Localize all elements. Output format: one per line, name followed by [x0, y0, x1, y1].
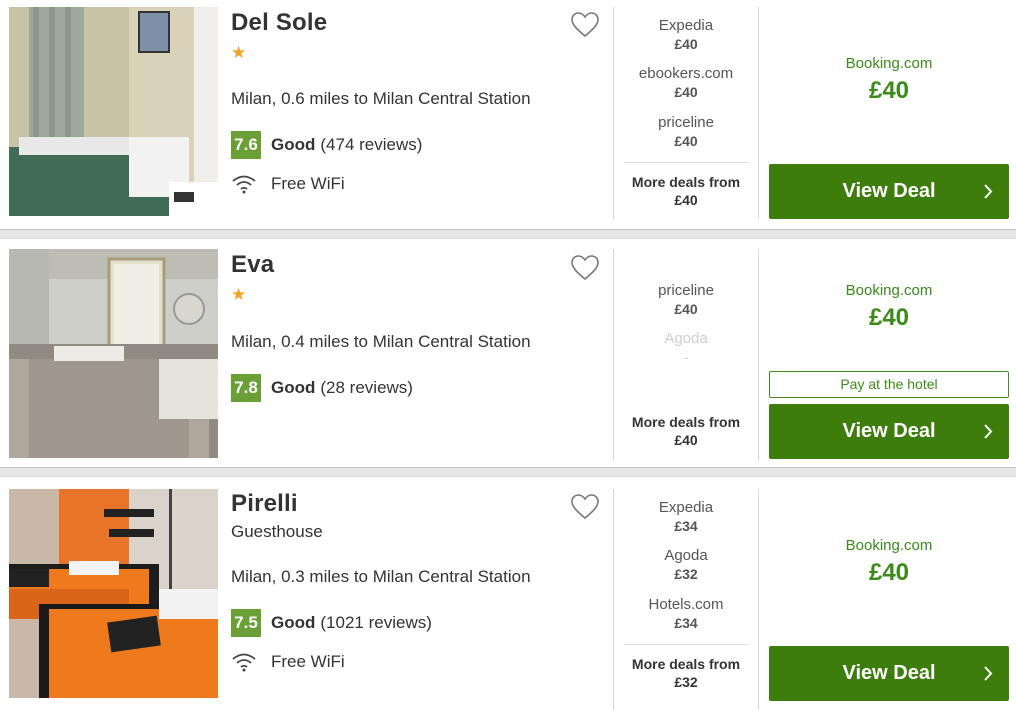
deal-price: £34 [674, 615, 698, 631]
star-icon: ★ [231, 43, 247, 62]
deal-item[interactable]: priceline £40 [624, 114, 748, 150]
deal-provider: priceline [658, 282, 714, 299]
deal-price: £40 [674, 301, 698, 317]
chevron-right-icon [981, 646, 995, 701]
deal-item[interactable]: Hotels.com £34 [624, 596, 748, 632]
view-deal-button[interactable]: View Deal [769, 646, 1009, 701]
column-divider [758, 7, 759, 219]
deal-item[interactable]: Expedia £40 [624, 17, 748, 53]
rating-score-badge: 7.5 [231, 609, 261, 637]
rating-word: Good [271, 378, 316, 397]
rating[interactable]: 7.5 Good (1021 reviews) [231, 609, 432, 637]
more-deals-label: More deals from [631, 414, 741, 430]
review-count: (28 reviews) [320, 378, 413, 397]
divider [624, 644, 748, 645]
deal-item: Agoda - [624, 330, 748, 366]
rating-score-badge: 7.6 [231, 131, 261, 159]
hotel-location: Milan, 0.3 miles to Milan Central Statio… [231, 567, 531, 586]
deal-price: - [683, 349, 689, 365]
hotel-name[interactable]: Eva [231, 251, 274, 279]
more-deals-price: £40 [674, 192, 698, 208]
deal-provider: Hotels.com [648, 596, 724, 613]
heart-icon[interactable] [571, 494, 599, 520]
hotel-location: Milan, 0.4 miles to Milan Central Statio… [231, 332, 531, 351]
pay-at-hotel-badge: Pay at the hotel [769, 371, 1009, 398]
view-deal-label: View Deal [842, 662, 936, 684]
view-deal-label: View Deal [842, 420, 936, 442]
more-deals-price: £32 [674, 674, 698, 690]
view-deal-label: View Deal [842, 180, 936, 202]
best-deal-price[interactable]: £40 [769, 77, 1009, 105]
amenity-label: Free WiFi [271, 174, 345, 193]
deal-price: £40 [674, 84, 698, 100]
best-deal-provider[interactable]: Booking.com [769, 282, 1009, 299]
hotel-card: Eva ★ Milan, 0.4 miles to Milan Central … [0, 239, 1016, 467]
heart-icon[interactable] [571, 255, 599, 281]
column-divider [613, 249, 614, 461]
column-divider [758, 249, 759, 461]
amenity: Free WiFi [231, 174, 345, 194]
hotel-photo[interactable] [9, 7, 218, 216]
deals-list: Expedia £34 Agoda £32 Hotels.com £34 Mor… [624, 489, 748, 710]
deals-list: Expedia £40 ebookers.com £40 priceline £… [624, 7, 748, 219]
hotel-card: Pirelli Guesthouse Milan, 0.3 miles to M… [0, 477, 1016, 710]
deal-item[interactable]: ebookers.com £40 [624, 65, 748, 101]
hotel-photo[interactable] [9, 249, 218, 458]
best-deal-price[interactable]: £40 [769, 559, 1009, 587]
deal-item[interactable]: Agoda £32 [624, 547, 748, 583]
column-divider [613, 489, 614, 710]
rating[interactable]: 7.6 Good (474 reviews) [231, 131, 422, 159]
hotel-name[interactable]: Del Sole [231, 9, 327, 37]
card-separator [0, 467, 1016, 477]
deal-provider: Expedia [658, 17, 714, 34]
more-deals-label: More deals from [631, 174, 741, 190]
chevron-right-icon [981, 404, 995, 459]
card-separator [0, 229, 1016, 239]
hotel-location: Milan, 0.6 miles to Milan Central Statio… [231, 89, 531, 108]
more-deals-price: £40 [674, 432, 698, 448]
view-deal-button[interactable]: View Deal [769, 164, 1009, 219]
chevron-right-icon [981, 164, 995, 219]
deal-provider: priceline [658, 114, 714, 131]
best-deal-provider[interactable]: Booking.com [769, 55, 1009, 72]
wifi-icon [232, 653, 256, 672]
deal-item[interactable]: Expedia £34 [624, 499, 748, 535]
rating-word: Good [271, 613, 316, 632]
hotel-card: Del Sole ★ Milan, 0.6 miles to Milan Cen… [0, 7, 1016, 229]
hotel-type: Guesthouse [231, 522, 323, 541]
deal-provider: Expedia [658, 499, 714, 516]
column-divider [758, 489, 759, 710]
deal-provider: Agoda [664, 547, 708, 564]
heart-icon[interactable] [571, 12, 599, 38]
deal-price: £34 [674, 518, 698, 534]
deal-provider: Agoda [664, 330, 708, 347]
star-icon: ★ [231, 285, 247, 304]
hotel-photo[interactable] [9, 489, 218, 698]
deal-item[interactable]: priceline £40 [624, 282, 748, 318]
more-deals-label: More deals from [631, 656, 741, 672]
more-deals-link[interactable]: More deals from £40 [624, 173, 748, 209]
review-count: (1021 reviews) [320, 613, 432, 632]
deal-provider: ebookers.com [638, 65, 734, 82]
review-count: (474 reviews) [320, 135, 423, 154]
wifi-icon [232, 175, 256, 194]
amenity: Free WiFi [231, 652, 345, 672]
amenity-label: Free WiFi [271, 652, 345, 671]
deal-price: £32 [674, 566, 698, 582]
best-deal-price[interactable]: £40 [769, 304, 1009, 332]
deals-list: priceline £40 Agoda - More deals from £4… [624, 249, 748, 461]
rating-word: Good [271, 135, 316, 154]
deal-price: £40 [674, 133, 698, 149]
hotel-name[interactable]: Pirelli [231, 490, 298, 518]
rating[interactable]: 7.8 Good (28 reviews) [231, 374, 413, 402]
more-deals-link[interactable]: More deals from £40 [624, 413, 748, 449]
best-deal-provider[interactable]: Booking.com [769, 537, 1009, 554]
rating-score-badge: 7.8 [231, 374, 261, 402]
divider [624, 162, 748, 163]
deal-price: £40 [674, 36, 698, 52]
column-divider [613, 7, 614, 219]
view-deal-button[interactable]: View Deal [769, 404, 1009, 459]
more-deals-link[interactable]: More deals from £32 [624, 655, 748, 691]
